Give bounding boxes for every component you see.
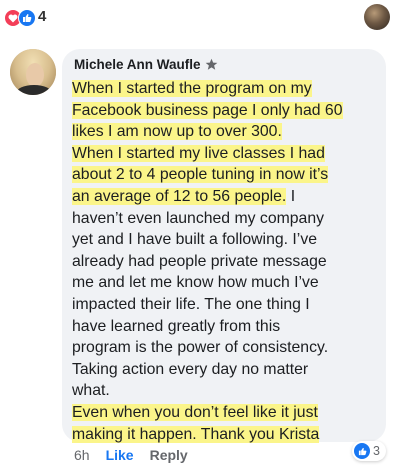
star-badge-icon xyxy=(205,58,217,70)
highlighted-text: an average of 12 to 56 people. xyxy=(72,187,287,205)
comment-timestamp[interactable]: 6h xyxy=(74,447,90,463)
text-line: already had people private message xyxy=(72,252,327,270)
text-line: me and let me know how much I’ve xyxy=(72,274,319,292)
reply-button[interactable]: Reply xyxy=(150,447,188,463)
highlighted-text: When I started the program on my xyxy=(72,80,312,97)
like-count-value: 3 xyxy=(373,444,380,458)
like-reaction-icon xyxy=(18,9,36,27)
text-line: program is the power of consistency. xyxy=(72,339,329,357)
text-line: yet and I have built a following. I’ve xyxy=(72,231,317,249)
highlighted-text: about 2 to 4 people tuning in now it’s xyxy=(72,166,329,184)
comment-text: When I started the program on my Faceboo… xyxy=(72,78,378,445)
comment-actions: 6h Like Reply xyxy=(74,447,188,463)
highlighted-text: Facebook business page I only had 60 xyxy=(72,101,343,119)
highlighted-text: Even when you don’t feel like it just xyxy=(72,403,318,421)
reaction-count[interactable]: 4 xyxy=(38,8,46,25)
highlighted-text: likes I am now up to over 300. xyxy=(72,123,282,141)
comment-bubble: Michele Ann Waufle When I started the pr… xyxy=(62,49,386,445)
author-name[interactable]: Michele Ann Waufle xyxy=(74,57,201,72)
highlighted-text: When I started my live classes I had xyxy=(72,144,325,162)
text-line: what. xyxy=(72,382,110,400)
comment-like-count[interactable]: 3 xyxy=(352,441,386,461)
comment-author[interactable]: Michele Ann Waufle xyxy=(74,57,218,72)
text-line: Taking action every day no matter xyxy=(72,360,309,378)
avatar-shirt xyxy=(16,85,52,95)
like-icon xyxy=(354,443,370,459)
text-line: I xyxy=(286,187,296,205)
like-button[interactable]: Like xyxy=(106,447,134,463)
reactions-bar: 4 xyxy=(0,0,400,38)
avatar-face xyxy=(26,63,44,87)
text-line: impacted their life. The one thing I xyxy=(72,295,310,313)
author-avatar[interactable] xyxy=(10,49,56,95)
highlighted-text: making it happen. Thank you Krista xyxy=(72,425,320,443)
text-line: have learned greatly from this xyxy=(72,317,281,335)
text-line: haven’t even launched my company xyxy=(72,209,325,227)
viewer-avatar[interactable] xyxy=(364,4,390,30)
